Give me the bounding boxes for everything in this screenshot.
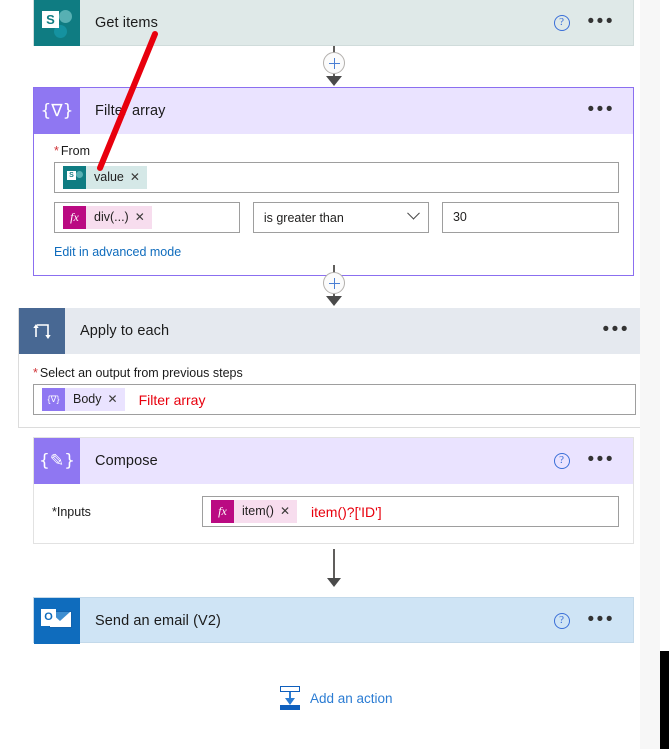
token-remove-icon[interactable]: ✕ [280,504,290,518]
scrollbar-artifact [660,651,669,749]
loop-glyph [33,324,51,339]
token-remove-icon[interactable]: ✕ [135,210,145,224]
token-remove-icon[interactable]: ✕ [130,170,140,184]
canvas-right-margin [640,0,660,749]
filter-array-body: * From S value ✕ fx div(...) ✕ is greate… [34,134,633,275]
condition-value-field[interactable]: 30 [441,202,619,233]
select-output-field[interactable]: {∇} Body ✕ Filter array [33,384,636,415]
chevron-down-icon [407,206,420,220]
token-label: value ✕ [94,170,140,184]
function-icon: fx [211,500,234,523]
outlook-icon: O [34,598,80,644]
token-body[interactable]: {∇} Body ✕ [42,388,125,411]
token-label: item() ✕ [242,504,291,518]
card-header: Apply to each ••• [19,308,648,354]
condition-operator-dropdown[interactable]: is greater than [252,202,429,233]
more-menu-icon[interactable]: ••• [603,320,630,339]
sharepoint-token-icon: S [63,166,86,189]
token-value[interactable]: S value ✕ [63,166,147,189]
connector-arrow-3 [327,578,341,587]
sharepoint-icon: S [34,0,80,46]
edit-in-advanced-mode-link[interactable]: Edit in advanced mode [54,245,181,259]
help-icon[interactable]: ? [553,15,570,31]
connector-arrow-1 [326,76,342,86]
card-header-actions: ? ••• [553,12,633,31]
card-title: Send an email (V2) [95,613,221,629]
flow-designer-canvas: S Get items ? ••• {∇} Filter array ••• *… [0,0,669,749]
from-field-label: * From [54,144,91,158]
help-icon[interactable]: ? [553,613,570,629]
apply-to-each-body: * Select an output from previous steps {∇… [19,354,648,427]
card-header: S Get items ? ••• [34,0,633,46]
card-title: Filter array [95,103,166,119]
connector-compose-to-email [333,549,335,581]
card-title: Compose [95,453,158,469]
token-div[interactable]: fx div(...) ✕ [63,206,152,229]
more-menu-icon[interactable]: ••• [588,100,615,119]
step-card-get-items[interactable]: S Get items ? ••• [33,0,634,46]
annotation-item-id: item()?['ID'] [311,503,382,520]
step-card-compose[interactable]: {✎} Compose ? ••• *Inputs fx item() ✕ ite… [33,437,634,544]
connector-arrow-2 [326,296,342,306]
card-header-actions: ? ••• [553,450,633,469]
condition-row: fx div(...) ✕ is greater than 30 [54,202,619,233]
loop-icon [19,308,65,354]
card-header: O Send an email (V2) ? ••• [34,598,633,644]
card-title: Get items [95,15,158,31]
card-header: {∇} Filter array ••• [34,88,633,134]
step-card-send-an-email[interactable]: O Send an email (V2) ? ••• [33,597,634,644]
compose-body: *Inputs fx item() ✕ item()?['ID'] [34,484,633,543]
inputs-field[interactable]: fx item() ✕ item()?['ID'] [202,496,619,527]
card-title: Apply to each [80,323,170,339]
function-icon: fx [63,206,86,229]
step-card-filter-array[interactable]: {∇} Filter array ••• * From S value ✕ fx… [33,87,634,276]
required-marker: * [33,366,38,380]
insert-step-button-1[interactable] [323,52,345,74]
from-field[interactable]: S value ✕ [54,162,619,193]
insert-step-button-2[interactable] [323,272,345,294]
required-marker: * [54,144,59,158]
card-header: {✎} Compose ? ••• [34,438,633,484]
operator-value: is greater than [263,210,344,225]
token-item[interactable]: fx item() ✕ [211,500,298,523]
step-card-apply-to-each[interactable]: Apply to each ••• * Select an output from… [18,308,649,428]
condition-left-field[interactable]: fx div(...) ✕ [54,202,240,233]
filter-array-token-icon: {∇} [42,388,65,411]
add-an-action-button[interactable]: Add an action [279,686,393,710]
add-an-action-label: Add an action [310,690,393,706]
more-menu-icon[interactable]: ••• [588,610,615,629]
insert-action-icon [279,686,301,710]
select-output-label: * Select an output from previous steps [33,366,243,380]
card-header-actions: ••• [588,100,633,119]
compose-icon: {✎} [34,438,80,484]
filter-array-icon: {∇} [34,88,80,134]
more-menu-icon[interactable]: ••• [588,450,615,469]
help-icon[interactable]: ? [553,453,570,469]
token-label: Body ✕ [73,392,118,406]
inputs-label: *Inputs [52,504,91,519]
condition-value-input[interactable]: 30 [441,202,619,233]
token-remove-icon[interactable]: ✕ [108,392,118,406]
token-label: div(...) ✕ [94,210,145,224]
annotation-filter-array: Filter array [138,391,206,408]
card-header-actions: ? ••• [553,610,633,629]
more-menu-icon[interactable]: ••• [588,12,615,31]
